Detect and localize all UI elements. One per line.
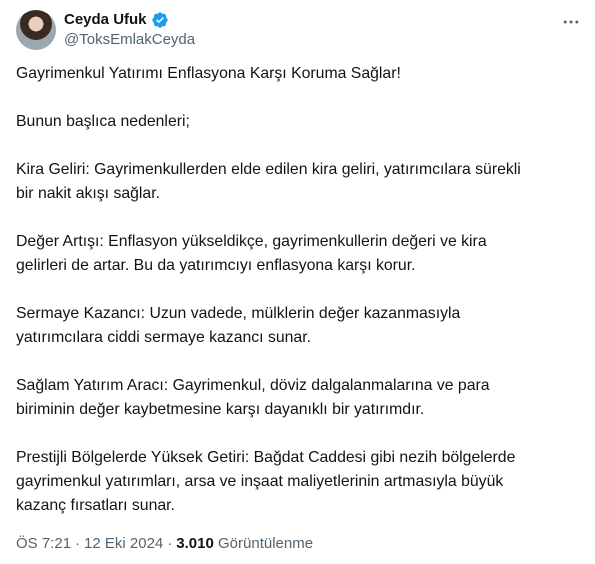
verified-badge-icon <box>151 11 169 29</box>
tweet-paragraph-prestige-regions: Prestijli Bölgelerde Yüksek Getiri: Bağd… <box>16 449 516 514</box>
author-handle[interactable]: @ToksEmlakCeyda <box>64 30 195 50</box>
more-horizontal-icon[interactable] <box>561 12 581 32</box>
author-display-name[interactable]: Ceyda Ufuk <box>64 10 147 30</box>
tweet-paragraph-solid-investment: Sağlam Yatırım Aracı: Gayrimenkul, döviz… <box>16 377 490 418</box>
tweet-meta: ÖS 7:21 · 12 Eki 2024 · 3.010 Görüntülenme <box>16 534 313 554</box>
author-name-row: Ceyda Ufuk <box>64 10 169 30</box>
tweet-paragraph-title: Gayrimenkul Yatırımı Enflasyona Karşı Ko… <box>16 65 401 82</box>
tweet-text: Gayrimenkul Yatırımı Enflasyona Karşı Ko… <box>16 62 576 542</box>
tweet-paragraph-value-increase: Değer Artışı: Enflasyon yükseldikçe, gay… <box>16 233 487 274</box>
tweet-card: Ceyda Ufuk @ToksEmlakCeyda Gayrimenkul Y… <box>0 0 595 564</box>
meta-separator: · <box>75 535 81 552</box>
views-count: 3.010 <box>176 535 214 552</box>
tweet-paragraph-intro: Bunun başlıca nedenleri; <box>16 113 190 130</box>
tweet-time[interactable]: ÖS 7:21 <box>16 535 71 552</box>
views-label: Görüntülenme <box>218 535 314 552</box>
meta-separator-2: · <box>167 535 173 552</box>
tweet-paragraph-rent-income: Kira Geliri: Gayrimenkullerden elde edil… <box>16 161 521 202</box>
avatar[interactable] <box>16 10 56 50</box>
tweet-paragraph-capital-gain: Sermaye Kazancı: Uzun vadede, mülklerin … <box>16 305 461 346</box>
tweet-date[interactable]: 12 Eki 2024 <box>84 535 163 552</box>
